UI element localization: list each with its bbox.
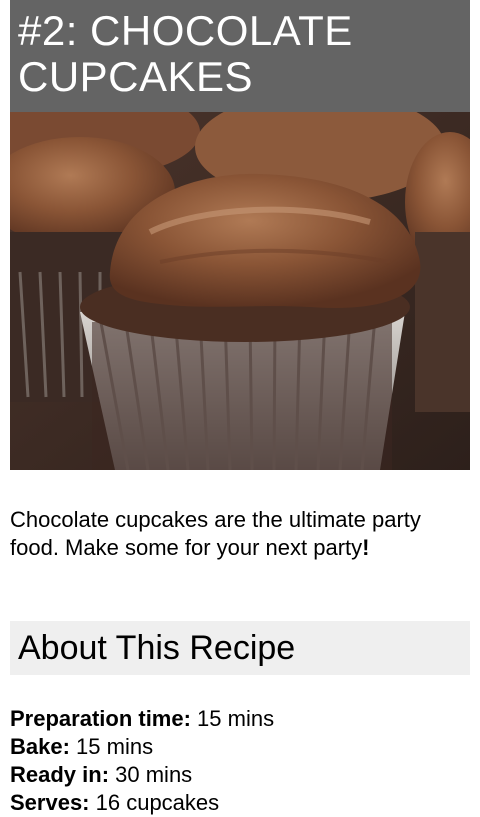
recipe-title: #2: CHOCOLATE CUPCAKES <box>18 7 353 100</box>
about-heading: About This Recipe <box>18 629 296 667</box>
detail-label: Bake: <box>10 734 70 759</box>
recipe-title-bar: #2: CHOCOLATE CUPCAKES <box>10 0 470 112</box>
recipe-details: Preparation time: 15 mins Bake: 15 mins … <box>10 705 470 817</box>
recipe-intro: Chocolate cupcakes are the ultimate part… <box>10 506 472 562</box>
recipe-intro-text: Chocolate cupcakes are the ultimate part… <box>10 507 421 560</box>
detail-value: 30 mins <box>109 762 193 787</box>
detail-bake: Bake: 15 mins <box>10 733 470 761</box>
cupcake-photo <box>10 112 470 470</box>
detail-preparation-time: Preparation time: 15 mins <box>10 705 470 733</box>
detail-value: 16 cupcakes <box>89 790 220 815</box>
detail-value: 15 mins <box>190 706 275 731</box>
detail-value: 15 mins <box>69 734 154 759</box>
detail-label: Preparation time: <box>10 706 191 731</box>
detail-label: Serves: <box>10 790 90 815</box>
recipe-intro-exclaim: ! <box>362 535 370 560</box>
detail-label: Ready in: <box>10 762 110 787</box>
detail-ready-in: Ready in: 30 mins <box>10 761 470 789</box>
about-section-header: About This Recipe <box>10 621 470 675</box>
detail-serves: Serves: 16 cupcakes <box>10 789 470 817</box>
